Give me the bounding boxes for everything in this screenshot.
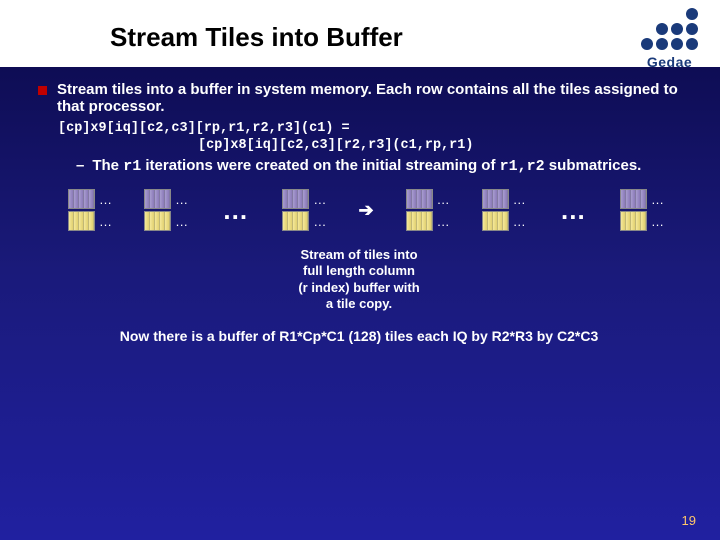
tile-pair: … … — [482, 189, 526, 231]
diagram-caption: Stream of tiles into full length column … — [38, 247, 680, 312]
footer-summary: Now there is a buffer of R1*Cp*C1 (128) … — [38, 328, 680, 344]
arrow-right-icon: ➔ — [358, 200, 373, 221]
sub-bullet-text: The r1 iterations were created on the in… — [92, 157, 641, 175]
tile-pair: … … — [282, 189, 326, 231]
logo-dots-icon — [641, 8, 698, 50]
slide-title: Stream Tiles into Buffer — [110, 22, 403, 52]
tile-pair: … … — [68, 189, 112, 231]
tile-pair: … … — [144, 189, 188, 231]
tile-pair: … … — [620, 189, 664, 231]
code-line-1: [cp]x9[iq][c2,c3][rp,r1,r2,r3](c1) = — [58, 121, 680, 136]
tile-pair: … … — [406, 189, 450, 231]
page-number: 19 — [682, 513, 696, 528]
bullet-icon — [38, 86, 47, 95]
ellipsis-icon: … — [558, 195, 588, 226]
bullet-main-text: Stream tiles into a buffer in system mem… — [57, 81, 680, 115]
code-line-2: [cp]x8[iq][c2,c3][r2,r3](c1,rp,r1) — [198, 138, 680, 153]
sub-bullet-dash: – — [76, 157, 84, 175]
logo-text: Gedae — [641, 54, 698, 70]
ellipsis-icon: … — [220, 195, 250, 226]
gedae-logo: Gedae — [641, 8, 698, 70]
tiles-diagram: … … … … … … … ➔ … … … … … … … — [38, 189, 680, 231]
